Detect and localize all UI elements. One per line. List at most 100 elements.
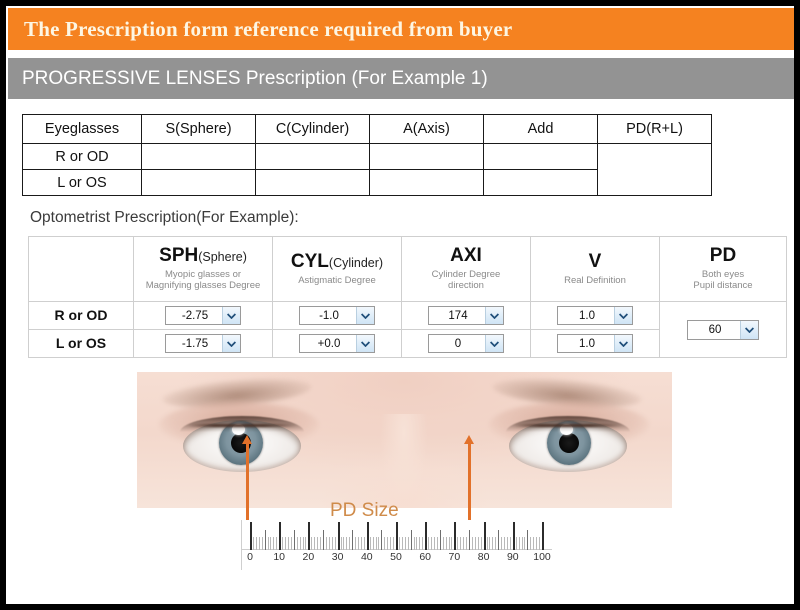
ruler-tick: [439, 530, 441, 550]
column-header-axis: A(Axis): [369, 114, 484, 144]
ruler-tick: [250, 522, 252, 550]
axi-left-value: 0: [454, 337, 462, 350]
blank-prescription-table-wrapper: Eyeglasses S(Sphere) C(Cylinder) A(Axis)…: [22, 114, 712, 196]
page-content: The Prescription form reference required…: [6, 6, 794, 604]
ruler-tick: [270, 537, 272, 550]
cell-pd-merged[interactable]: [597, 143, 712, 196]
column-header-cyl-abbr: CYL: [290, 250, 329, 272]
ruler-tick: [492, 537, 494, 550]
ruler-tick: [369, 537, 371, 550]
ruler-tick: [340, 537, 342, 550]
ruler-tick: [448, 537, 450, 550]
chevron-down-icon[interactable]: [222, 307, 240, 324]
ruler-tick: [302, 537, 304, 550]
ruler-tick: [358, 537, 360, 550]
ruler-tick: [334, 537, 336, 550]
ruler-tick: [337, 522, 340, 550]
v-right-select[interactable]: 1.0: [557, 306, 633, 325]
column-header-pd-subtitle: Both eyes Pupil distance: [693, 268, 753, 292]
ruler-tick: [512, 522, 515, 550]
ruler-tick: [287, 537, 289, 550]
ruler-tick: [451, 537, 453, 550]
column-header-pd: PD(R+L): [597, 114, 712, 144]
ruler-tick: [381, 530, 383, 550]
chevron-down-icon[interactable]: [485, 307, 503, 324]
ruler-tick: [273, 537, 275, 550]
cell-right-sphere[interactable]: [141, 143, 256, 170]
cell-left-axi: 0: [401, 329, 531, 358]
ruler-tick: [355, 537, 357, 550]
v-left-select[interactable]: 1.0: [557, 334, 633, 353]
pd-ruler: 0 10 20 30 40 50 60 70 80 90 100: [241, 520, 552, 570]
cyl-left-select[interactable]: +0.0: [299, 334, 375, 353]
ruler-tick: [267, 537, 269, 550]
page-title: The Prescription form reference required…: [24, 16, 513, 41]
screenshot-root: The Prescription form reference required…: [0, 0, 800, 610]
column-header-cyl: CYL(Cylinder) Astigmatic Degree: [272, 236, 402, 302]
ruler-tick: [320, 537, 322, 550]
chevron-down-icon[interactable]: [614, 307, 632, 324]
column-header-cyl-paren: (Cylinder): [328, 255, 384, 270]
ruler-tick-label: 20: [302, 551, 315, 563]
page-title-banner: The Prescription form reference required…: [8, 8, 794, 50]
ruler-tick: [305, 537, 307, 550]
cell-left-sph: -1.75: [133, 329, 273, 358]
ruler-tick-label: 100: [533, 551, 551, 563]
sph-left-select[interactable]: -1.75: [165, 334, 241, 353]
chevron-down-icon[interactable]: [485, 335, 503, 352]
cell-left-axis[interactable]: [369, 169, 484, 196]
column-header-pd: PD Both eyes Pupil distance: [659, 236, 787, 302]
ruler-tick: [258, 537, 260, 550]
cell-left-cylinder[interactable]: [255, 169, 370, 196]
cell-left-add[interactable]: [483, 169, 598, 196]
ruler-tick: [463, 537, 465, 550]
pointer-line-left: [246, 442, 249, 524]
ruler-tick: [539, 537, 541, 550]
axi-left-select[interactable]: 0: [428, 334, 504, 353]
pupil-right: [559, 433, 579, 453]
chevron-down-icon[interactable]: [222, 335, 240, 352]
ruler-tick: [495, 537, 497, 550]
cell-left-sphere[interactable]: [141, 169, 256, 196]
ruler-tick: [299, 537, 301, 550]
cyl-right-select[interactable]: -1.0: [299, 306, 375, 325]
ruler-tick: [474, 537, 476, 550]
ruler-tick: [483, 522, 486, 550]
example-prescription-table-wrapper: SPH(Sphere) Myopic glasses or Magnifying…: [28, 236, 787, 358]
ruler-tick: [477, 537, 479, 550]
ruler-tick-label: 60: [419, 551, 432, 563]
ruler-tick: [252, 537, 254, 550]
section-header-banner: PROGRESSIVE LENSES Prescription (For Exa…: [8, 58, 794, 99]
ruler-labels: 0 10 20 30 40 50 60 70 80 90 100: [242, 551, 552, 567]
cell-left-v: 1.0: [530, 329, 660, 358]
sph-left-value: -1.75: [181, 337, 209, 350]
section-header-title: PROGRESSIVE LENSES Prescription (For Exa…: [22, 67, 488, 89]
ruler-tick: [404, 537, 406, 550]
pd-value: 60: [708, 323, 722, 336]
chevron-down-icon[interactable]: [614, 335, 632, 352]
column-header-axi-abbr: AXI: [450, 244, 482, 266]
optometrist-prescription-label: Optometrist Prescription(For Example):: [30, 209, 299, 226]
pd-select[interactable]: 60: [687, 319, 759, 340]
v-left-value: 1.0: [579, 337, 595, 350]
cell-right-add[interactable]: [483, 143, 598, 170]
ruler-tick: [396, 522, 398, 550]
column-header-axi-subtitle: Cylinder Degree direction: [431, 268, 501, 292]
cell-right-cyl: -1.0: [272, 301, 402, 330]
column-header-axi: AXI Cylinder Degree direction: [401, 236, 531, 302]
chevron-down-icon[interactable]: [740, 320, 758, 339]
cell-right-axi: 174: [401, 301, 531, 330]
chevron-down-icon[interactable]: [356, 335, 374, 352]
sph-right-select[interactable]: -2.75: [165, 306, 241, 325]
chevron-down-icon[interactable]: [356, 307, 374, 324]
ruler-tick: [311, 537, 313, 550]
ruler-tick: [527, 530, 529, 550]
ruler-tick: [349, 537, 351, 550]
ruler-tick: [509, 537, 511, 550]
ruler-tick: [390, 537, 392, 550]
cell-right-axis[interactable]: [369, 143, 484, 170]
column-header-sph-abbr: SPH: [159, 244, 199, 266]
cell-right-cylinder[interactable]: [255, 143, 370, 170]
axi-right-select[interactable]: 174: [428, 306, 504, 325]
column-header-v-abbr: V: [588, 250, 602, 272]
